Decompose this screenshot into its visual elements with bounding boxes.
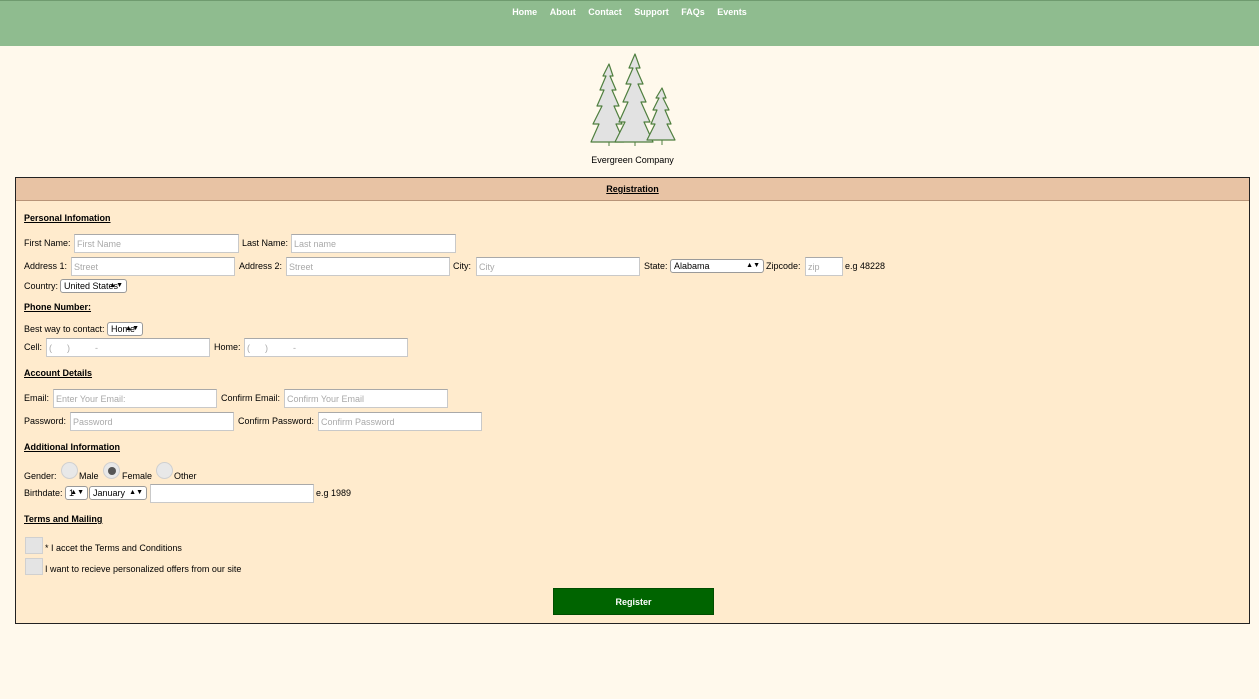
gender-label: Gender: bbox=[24, 471, 57, 481]
company-name: Evergreen Company bbox=[591, 155, 674, 165]
evergreen-trees-logo bbox=[590, 53, 676, 146]
zipcode-label: Zipcode: bbox=[766, 261, 801, 271]
select-arrow-icon: ▲▼ bbox=[746, 262, 760, 269]
account-heading: Account Details bbox=[24, 368, 93, 378]
state-select[interactable]: Alabama ▲▼ bbox=[670, 259, 764, 273]
gender-male-label: Male bbox=[79, 471, 99, 481]
nav-events-link[interactable]: Events bbox=[717, 7, 747, 17]
gender-other-radio[interactable] bbox=[156, 462, 173, 479]
personal-info-heading: Personal Infomation bbox=[24, 213, 111, 223]
cell-phone-input[interactable] bbox=[46, 338, 210, 357]
confirm-email-input[interactable] bbox=[284, 389, 448, 408]
address2-input[interactable] bbox=[286, 257, 450, 276]
address1-input[interactable] bbox=[71, 257, 235, 276]
first-name-label: First Name: bbox=[24, 238, 71, 248]
registration-panel: Registration Personal Infomation First N… bbox=[15, 177, 1250, 624]
cell-label: Cell: bbox=[24, 342, 43, 352]
gender-male-radio[interactable] bbox=[61, 462, 78, 479]
gender-other-label: Other bbox=[174, 471, 197, 481]
select-arrow-icon: ▲▼ bbox=[109, 282, 123, 289]
phone-heading: Phone Number: bbox=[24, 302, 92, 312]
city-label: City: bbox=[453, 261, 471, 271]
email-input[interactable] bbox=[53, 389, 217, 408]
birth-year-hint: e.g 1989 bbox=[316, 488, 352, 498]
nav-about-link[interactable]: About bbox=[550, 7, 576, 17]
address1-label: Address 1: bbox=[24, 261, 68, 271]
password-input[interactable] bbox=[70, 412, 234, 431]
home-phone-input[interactable] bbox=[244, 338, 408, 357]
last-name-input[interactable] bbox=[291, 234, 456, 253]
city-input[interactable] bbox=[476, 257, 640, 276]
confirm-password-input[interactable] bbox=[318, 412, 482, 431]
offers-label: I want to recieve personalized offers fr… bbox=[45, 564, 242, 574]
state-label: State: bbox=[644, 261, 668, 271]
accept-terms-label: * I accet the Terms and Conditions bbox=[45, 543, 182, 553]
registration-title: Registration bbox=[16, 178, 1249, 201]
confirm-email-label: Confirm Email: bbox=[221, 393, 281, 403]
home-phone-label: Home: bbox=[214, 342, 241, 352]
state-value: Alabama bbox=[674, 261, 710, 271]
nav-menu: Home About Contact Support FAQs Events bbox=[0, 7, 1259, 17]
offers-checkbox[interactable] bbox=[25, 558, 43, 575]
contact-method-label: Best way to contact: bbox=[24, 324, 105, 334]
accept-terms-checkbox[interactable] bbox=[25, 537, 43, 554]
select-arrow-icon: ▲▼ bbox=[70, 489, 84, 496]
zipcode-input[interactable] bbox=[805, 257, 843, 276]
confirm-password-label: Confirm Password: bbox=[238, 416, 315, 426]
birth-month-value: January bbox=[93, 488, 126, 498]
last-name-label: Last Name: bbox=[242, 238, 289, 248]
top-navigation-bar: Home About Contact Support FAQs Events bbox=[0, 0, 1259, 46]
password-label: Password: bbox=[24, 416, 67, 426]
gender-female-label: Female bbox=[122, 471, 153, 481]
terms-heading: Terms and Mailing bbox=[24, 514, 103, 524]
gender-female-radio[interactable] bbox=[103, 462, 120, 479]
nav-support-link[interactable]: Support bbox=[634, 7, 669, 17]
register-button[interactable]: Register bbox=[553, 588, 714, 615]
birth-month-select[interactable]: January ▲▼ bbox=[89, 486, 147, 500]
birth-day-select[interactable]: 1 ▲▼ bbox=[65, 486, 88, 500]
country-select[interactable]: United States ▲▼ bbox=[60, 279, 127, 293]
contact-method-select[interactable]: Home ▲▼ bbox=[107, 322, 143, 336]
additional-heading: Additional Information bbox=[24, 442, 120, 452]
birth-year-input[interactable] bbox=[150, 484, 314, 503]
email-label: Email: bbox=[24, 393, 50, 403]
nav-home-link[interactable]: Home bbox=[512, 7, 537, 17]
zipcode-hint: e.g 48228 bbox=[845, 261, 886, 271]
country-label: Country: bbox=[24, 281, 59, 291]
nav-contact-link[interactable]: Contact bbox=[588, 7, 622, 17]
select-arrow-icon: ▲▼ bbox=[129, 489, 143, 496]
nav-faqs-link[interactable]: FAQs bbox=[681, 7, 705, 17]
select-arrow-icon: ▲▼ bbox=[125, 325, 139, 332]
first-name-input[interactable] bbox=[74, 234, 239, 253]
birthdate-label: Birthdate: bbox=[24, 488, 63, 498]
address2-label: Address 2: bbox=[239, 261, 283, 271]
